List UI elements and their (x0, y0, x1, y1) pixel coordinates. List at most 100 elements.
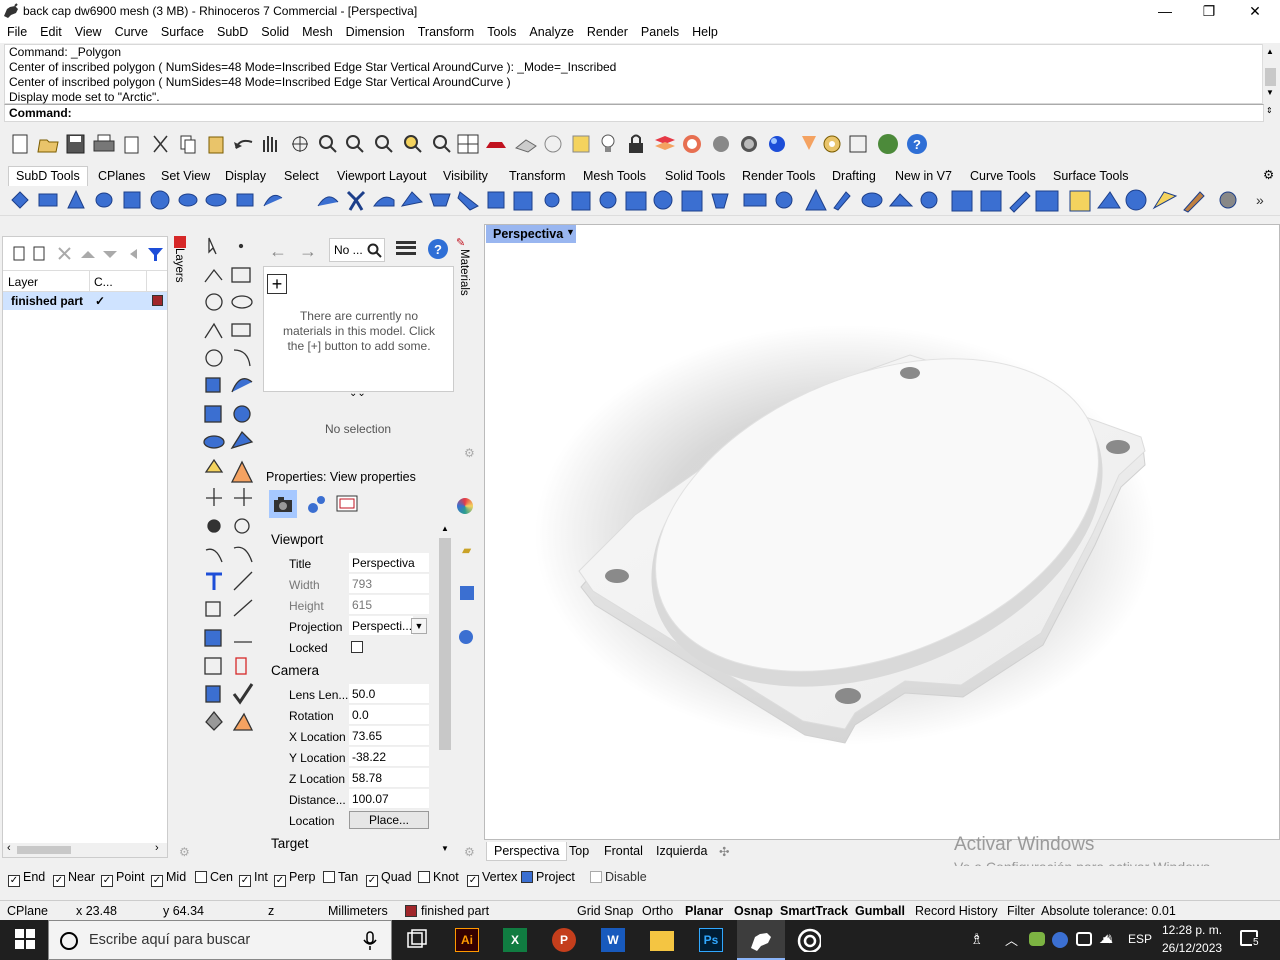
explode-icon[interactable] (204, 458, 224, 473)
subd-crease-icon[interactable] (571, 191, 591, 211)
task-view-icon[interactable] (405, 928, 429, 952)
select-arrow-icon[interactable] (208, 237, 217, 255)
language-indicator[interactable]: ESP (1128, 932, 1152, 946)
move-left-icon[interactable] (130, 249, 137, 259)
tab-drafting[interactable]: Drafting (832, 169, 876, 183)
tab-subd-tools[interactable]: SubD Tools (8, 166, 88, 186)
subd-paint-icon[interactable] (1183, 191, 1205, 213)
filter-icon[interactable] (148, 248, 163, 261)
tray-google-icon[interactable] (1052, 932, 1068, 948)
dimension-icon[interactable] (802, 136, 816, 150)
mesh-tool-icon[interactable] (205, 710, 223, 731)
layer-row[interactable]: finished part ✓ (3, 292, 167, 310)
lock-icon[interactable] (629, 134, 643, 154)
subd-sphere-icon[interactable] (11, 191, 29, 209)
prop-lens-field[interactable]: 50.0 (349, 684, 429, 704)
help-book-icon[interactable] (460, 586, 474, 600)
chevron-down-icon[interactable]: ▼ (411, 618, 427, 634)
layer-icon[interactable] (655, 136, 675, 150)
panel-gear-icon[interactable]: ⚙ (464, 845, 475, 859)
subd-bucket-icon[interactable] (711, 193, 729, 209)
grid-snap-toggle[interactable]: Grid Snap (577, 904, 633, 918)
subd-sweep-icon[interactable] (317, 196, 339, 207)
microphone-icon[interactable] (363, 931, 377, 951)
viewport-title[interactable]: Perspectiva (493, 227, 563, 241)
menu-analyze[interactable]: Analyze (522, 23, 579, 39)
zoom-extents-icon[interactable] (375, 135, 393, 153)
undo-view-icon[interactable] (433, 135, 451, 153)
viewport-menu-chevron-icon[interactable]: ▼ (566, 227, 575, 237)
record-history-toggle[interactable]: Record History (915, 904, 998, 918)
tabs-settings-gear-icon[interactable]: ⚙ (1263, 167, 1274, 182)
zoom-icon[interactable] (319, 135, 337, 153)
menu-tools[interactable]: Tools (480, 23, 522, 39)
subd-offset-icon[interactable] (513, 191, 533, 211)
clock-date[interactable]: 26/12/2023 (1162, 941, 1222, 955)
close-button[interactable]: ✕ (1232, 0, 1278, 23)
subd-slide-icon[interactable] (457, 191, 479, 211)
vptab-izquierda[interactable]: Izquierda (656, 844, 707, 858)
prop-title-field[interactable]: Perspectiva (349, 553, 429, 573)
options-gear-icon[interactable] (823, 135, 841, 153)
zoom-window-icon[interactable] (346, 135, 364, 153)
menu-mesh[interactable]: Mesh (295, 23, 339, 39)
subd-torus-icon[interactable] (205, 193, 227, 207)
subd-brush-icon[interactable] (1152, 191, 1178, 210)
subd-fold-icon[interactable] (805, 188, 827, 211)
new-sublayer-icon[interactable] (33, 246, 45, 261)
sweep-icon[interactable] (230, 430, 254, 450)
materials-side-tab[interactable]: ✎ Materials (456, 236, 474, 316)
windows-start-icon[interactable] (14, 928, 38, 952)
rhino-taskbar-button[interactable] (737, 920, 785, 960)
menu-render[interactable]: Render (580, 23, 634, 39)
excel-app-icon[interactable]: X (503, 928, 527, 952)
tab-transform[interactable]: Transform (509, 169, 566, 183)
osnap-checkbox[interactable]: ✓ (274, 875, 286, 887)
subd-twist-icon[interactable] (775, 191, 793, 209)
paste-icon[interactable] (208, 136, 224, 154)
viewport-title-tab[interactable]: Perspectiva ▼ (486, 225, 576, 243)
planar-toggle[interactable]: Planar (685, 904, 723, 918)
filter-toggle[interactable]: Filter (1007, 904, 1035, 918)
ellipse-icon[interactable] (231, 295, 253, 309)
subd-patch-icon[interactable] (400, 191, 424, 207)
vptab-frontal[interactable]: Frontal (604, 844, 643, 858)
tab-new-in-v7[interactable]: New in V7 (895, 169, 952, 183)
osnap-mid[interactable]: ✓ Mid (151, 870, 186, 887)
array-icon[interactable] (205, 601, 221, 617)
status-units[interactable]: Millimeters (328, 904, 388, 918)
prop-distance-field[interactable]: 100.07 (349, 789, 429, 809)
save-icon[interactable] (66, 134, 85, 154)
osnap-checkbox[interactable] (195, 871, 207, 883)
volume-icon[interactable]: 🔊︎ (1103, 930, 1112, 947)
help-icon[interactable]: ? (427, 238, 449, 260)
osnap-checkbox[interactable]: ✓ (239, 875, 251, 887)
join-icon[interactable] (205, 548, 223, 563)
menu-view[interactable]: View (68, 23, 108, 39)
scroll-updown-icon[interactable]: ⇕ (1266, 106, 1273, 115)
subd-box-icon[interactable] (38, 193, 58, 207)
osnap-checkbox[interactable] (590, 871, 602, 883)
plugin-globe-icon[interactable] (878, 134, 898, 154)
forward-arrow-icon[interactable]: → (299, 241, 317, 262)
command-scrollbar[interactable]: ▲ ▼ ⇕ (1262, 44, 1278, 122)
subd-tools-wrench-icon[interactable] (1009, 191, 1031, 213)
osnap-perp[interactable]: ✓ Perp (274, 870, 315, 887)
restore-button[interactable]: ❐ (1186, 0, 1232, 23)
four-viewports-icon[interactable] (457, 134, 479, 154)
grid-array-icon[interactable] (204, 657, 222, 675)
subd-weld-icon[interactable] (544, 192, 560, 208)
subd-poly-icon[interactable] (236, 193, 254, 207)
photoshop-app-icon[interactable]: Ps (699, 928, 723, 952)
status-layer[interactable]: finished part (421, 904, 489, 918)
extrude-icon[interactable] (203, 435, 225, 449)
subd-snap-icon[interactable] (1097, 191, 1121, 209)
people-icon[interactable]: ♗ (970, 930, 983, 948)
point-icon[interactable] (238, 243, 244, 249)
render-sphere-icon[interactable] (769, 136, 785, 152)
osnap-checkbox[interactable]: ✓ (467, 875, 479, 887)
subd-insert-edge-icon[interactable] (429, 193, 451, 207)
split-icon[interactable] (230, 460, 254, 483)
powerpoint-app-icon[interactable]: P (552, 928, 576, 952)
subd-options-icon[interactable] (1035, 190, 1059, 212)
